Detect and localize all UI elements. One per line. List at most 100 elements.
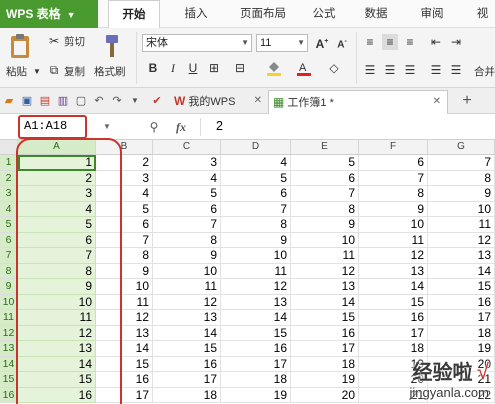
merge-button[interactable]: 合并 [474, 64, 495, 79]
cut-button[interactable]: 剪切 [64, 34, 85, 49]
cell-c3[interactable]: 5 [153, 186, 221, 202]
cell-f4[interactable]: 9 [359, 201, 428, 217]
cell-e7[interactable]: 11 [291, 248, 359, 264]
cell-e1[interactable]: 5 [291, 155, 359, 171]
cell-d15[interactable]: 18 [221, 372, 291, 388]
cell-f10[interactable]: 15 [359, 294, 428, 310]
cell-f12[interactable]: 17 [359, 325, 428, 341]
cell-d8[interactable]: 11 [221, 263, 291, 279]
cell-c8[interactable]: 10 [153, 263, 221, 279]
cell-d7[interactable]: 10 [221, 248, 291, 264]
close-icon[interactable]: ✕ [254, 90, 262, 112]
close-icon[interactable]: ✕ [433, 91, 441, 113]
cell-e14[interactable]: 18 [291, 356, 359, 372]
chevron-down-icon[interactable]: ▼ [33, 64, 41, 80]
cell-e2[interactable]: 6 [291, 170, 359, 186]
undo-icon[interactable]: ↶ [92, 94, 106, 108]
tab-workbook1[interactable]: ▦ 工作簿1 * ✕ [268, 90, 448, 114]
cell-d9[interactable]: 12 [221, 279, 291, 295]
cell-e13[interactable]: 17 [291, 341, 359, 357]
cell-c10[interactable]: 12 [153, 294, 221, 310]
cell-g2[interactable]: 8 [428, 170, 495, 186]
column-header-c[interactable]: C [153, 140, 221, 155]
tab-review[interactable]: 审阅 [410, 0, 454, 28]
cell-e10[interactable]: 14 [291, 294, 359, 310]
column-header-d[interactable]: D [221, 140, 291, 155]
customize-icon[interactable]: ✔ [150, 94, 164, 108]
fill-color-icon[interactable] [266, 60, 282, 80]
bold-icon[interactable]: B [146, 60, 160, 76]
justify-icon[interactable]: ☰ [428, 62, 444, 78]
cell-g9[interactable]: 15 [428, 279, 495, 295]
cell-g3[interactable]: 9 [428, 186, 495, 202]
cell-f5[interactable]: 10 [359, 217, 428, 233]
tab-home[interactable]: 开始 [108, 0, 160, 28]
tab-my-wps[interactable]: W 我的WPS ✕ [170, 90, 266, 114]
cell-e3[interactable]: 7 [291, 186, 359, 202]
cell-f2[interactable]: 7 [359, 170, 428, 186]
align-left-icon[interactable]: ☰ [362, 62, 378, 78]
cell-g4[interactable]: 10 [428, 201, 495, 217]
cell-c9[interactable]: 11 [153, 279, 221, 295]
cell-g12[interactable]: 18 [428, 325, 495, 341]
cell-g6[interactable]: 12 [428, 232, 495, 248]
cell-g10[interactable]: 16 [428, 294, 495, 310]
tab-page-layout[interactable]: 页面布局 [228, 0, 298, 28]
cell-d13[interactable]: 16 [221, 341, 291, 357]
scissors-icon[interactable]: ✂ [46, 33, 62, 49]
cell-e15[interactable]: 19 [291, 372, 359, 388]
cell-c5[interactable]: 7 [153, 217, 221, 233]
cell-d14[interactable]: 17 [221, 356, 291, 372]
paste-button[interactable] [8, 32, 38, 66]
cell-f6[interactable]: 11 [359, 232, 428, 248]
cell-d3[interactable]: 6 [221, 186, 291, 202]
cell-e11[interactable]: 15 [291, 310, 359, 326]
new-tab-icon[interactable]: + [458, 93, 476, 109]
cell-d5[interactable]: 8 [221, 217, 291, 233]
cell-g7[interactable]: 13 [428, 248, 495, 264]
align-center-icon[interactable]: ☰ [382, 62, 398, 78]
cell-d6[interactable]: 9 [221, 232, 291, 248]
column-header-g[interactable]: G [428, 140, 495, 155]
cell-c2[interactable]: 4 [153, 170, 221, 186]
format-painter-button[interactable] [98, 32, 128, 66]
tab-data[interactable]: 数据 [354, 0, 398, 28]
cell-c15[interactable]: 17 [153, 372, 221, 388]
cell-d1[interactable]: 4 [221, 155, 291, 171]
cell-c14[interactable]: 16 [153, 356, 221, 372]
cell-c7[interactable]: 9 [153, 248, 221, 264]
function-button[interactable]: fx [170, 119, 192, 135]
cell-g1[interactable]: 7 [428, 155, 495, 171]
outdent-icon[interactable]: ⇥ [448, 34, 464, 50]
export-pdf-icon[interactable]: ▤ [38, 94, 52, 108]
cell-g13[interactable]: 19 [428, 341, 495, 357]
font-color-icon[interactable]: A [296, 60, 312, 80]
cell-c16[interactable]: 18 [153, 387, 221, 403]
cell-c1[interactable]: 3 [153, 155, 221, 171]
cell-e12[interactable]: 16 [291, 325, 359, 341]
save-icon[interactable]: ▣ [20, 94, 34, 108]
cell-d2[interactable]: 5 [221, 170, 291, 186]
clear-format-icon[interactable]: ◇ [326, 60, 342, 76]
formula-input[interactable]: 2 [216, 119, 223, 133]
indent-icon[interactable]: ⇤ [428, 34, 444, 50]
align-right-icon[interactable]: ☰ [402, 62, 418, 78]
font-name-select[interactable]: 宋体 ▼ [142, 34, 252, 52]
print-preview-icon[interactable]: ▢ [74, 94, 88, 108]
cell-d4[interactable]: 7 [221, 201, 291, 217]
cell-f3[interactable]: 8 [359, 186, 428, 202]
copy-button[interactable]: 复制 [64, 64, 85, 79]
zoom-icon[interactable]: ⚲ [146, 119, 162, 135]
increase-font-icon[interactable]: A+ [314, 34, 330, 52]
cell-g8[interactable]: 14 [428, 263, 495, 279]
cell-e5[interactable]: 9 [291, 217, 359, 233]
fill-pattern-icon[interactable]: ⊟ [232, 60, 248, 76]
tab-insert[interactable]: 插入 [172, 0, 220, 28]
cell-d16[interactable]: 19 [221, 387, 291, 403]
cell-d12[interactable]: 15 [221, 325, 291, 341]
underline-icon[interactable]: U [186, 60, 200, 76]
align-bottom-icon[interactable]: ≡ [402, 34, 418, 50]
chevron-down-icon[interactable]: ▼ [128, 94, 142, 108]
cell-g11[interactable]: 17 [428, 310, 495, 326]
cell-c12[interactable]: 14 [153, 325, 221, 341]
